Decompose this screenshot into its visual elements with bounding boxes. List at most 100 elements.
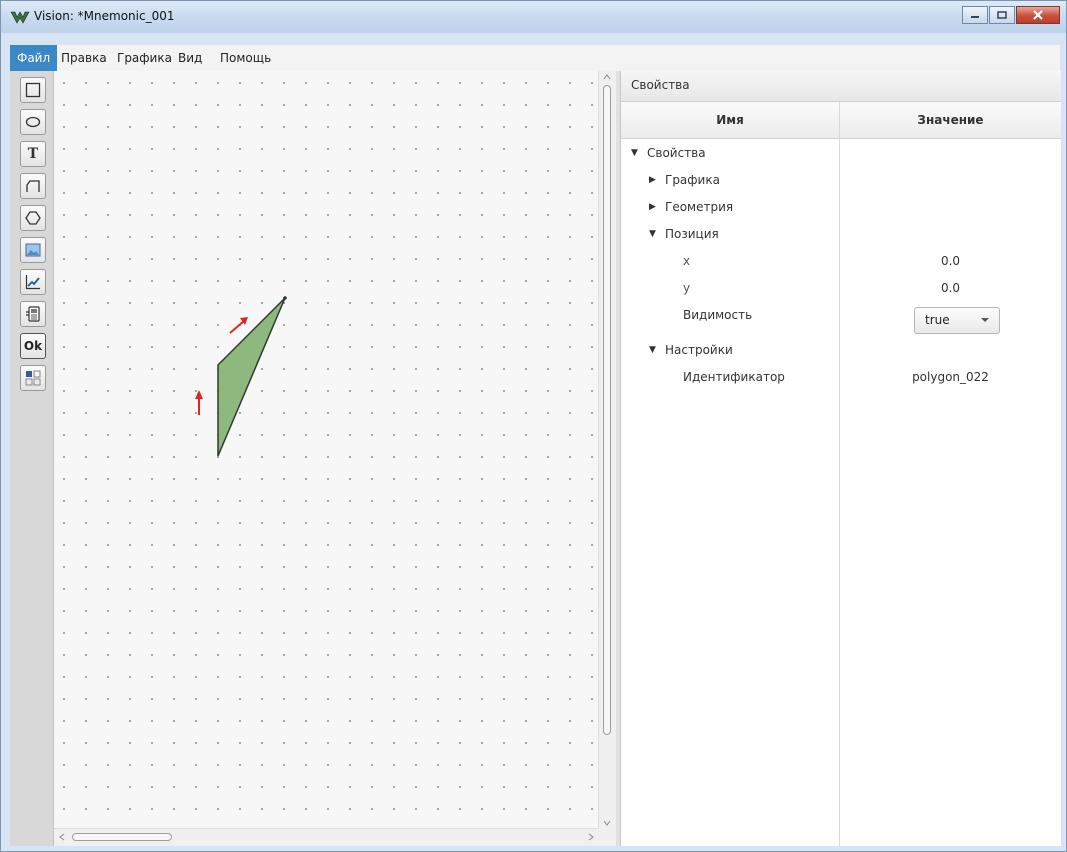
grid-dot [129, 500, 131, 502]
grid-dot [151, 566, 153, 568]
grid-dot [63, 82, 65, 84]
grid-dot [393, 170, 395, 172]
grid-dot [151, 588, 153, 590]
expanded-arrow-icon[interactable]: ▼ [649, 337, 656, 364]
tree-row-x[interactable]: x 0.0 [621, 248, 1061, 275]
tree-row-identifier[interactable]: Идентификатор polygon_022 [621, 364, 1061, 391]
grid-dot [547, 588, 549, 590]
collapsed-arrow-icon[interactable]: ▶ [649, 194, 656, 221]
grid-dot [107, 478, 109, 480]
grid-dot [173, 82, 175, 84]
maximize-button[interactable] [989, 6, 1015, 24]
tree-row-position[interactable]: ▼ Позиция [621, 221, 1061, 248]
tree-row-geometry[interactable]: ▶ Геометрия [621, 194, 1061, 221]
grid-dot [525, 126, 527, 128]
polygon-shape[interactable] [217, 297, 286, 457]
property-value-x[interactable]: 0.0 [840, 248, 1061, 275]
grid-dot [371, 456, 373, 458]
grid-dot [151, 412, 153, 414]
grid-dot [459, 544, 461, 546]
horizontal-scrollbar[interactable] [54, 828, 599, 846]
menu-view[interactable]: Вид [171, 45, 209, 71]
image-tool-button[interactable] [20, 237, 46, 263]
vertical-scroll-thumb[interactable] [603, 85, 611, 735]
grid-dot [349, 522, 351, 524]
grid-dot [305, 698, 307, 700]
tree-label-properties: Свойства [647, 146, 706, 160]
grid-dot [195, 148, 197, 150]
column-header-value[interactable]: Значение [840, 102, 1061, 139]
grid-dot [85, 676, 87, 678]
trend-tool-button[interactable] [20, 269, 46, 295]
grid-dot [305, 434, 307, 436]
tree-row-visibility[interactable]: Видимость true [621, 302, 1061, 336]
grid-dot [481, 698, 483, 700]
menu-file[interactable]: Файл [10, 45, 58, 71]
grid-dot [547, 720, 549, 722]
grid-dot [283, 192, 285, 194]
property-value-identifier[interactable]: polygon_022 [840, 364, 1061, 391]
grid-dot [195, 808, 197, 810]
grid-dot [437, 412, 439, 414]
grid-dot [239, 654, 241, 656]
grid-dot [85, 720, 87, 722]
grid-tool-button[interactable] [20, 365, 46, 391]
text-tool-button[interactable]: T [20, 141, 46, 167]
expanded-arrow-icon[interactable]: ▼ [649, 221, 656, 248]
tree-row-properties[interactable]: ▼ Свойства [621, 140, 1061, 167]
collapsed-arrow-icon[interactable]: ▶ [649, 167, 656, 194]
grid-dot [591, 544, 593, 546]
menu-help[interactable]: Помощь [213, 45, 278, 71]
polygon-tool-button[interactable] [20, 205, 46, 231]
grid-dot [85, 104, 87, 106]
grid-dot [283, 456, 285, 458]
grid-dot [569, 236, 571, 238]
grid-dot [437, 214, 439, 216]
property-value-y[interactable]: 0.0 [840, 275, 1061, 302]
minimize-button[interactable] [962, 6, 988, 24]
ellipse-tool-button[interactable] [20, 109, 46, 135]
grid-dot [525, 280, 527, 282]
grid-dot [503, 698, 505, 700]
grid-dot [195, 676, 197, 678]
grid-dot [63, 522, 65, 524]
rectangle-tool-button[interactable] [20, 77, 46, 103]
device-tool-button[interactable] [20, 301, 46, 327]
ok-button-tool-button[interactable]: Ok [20, 333, 46, 359]
tree-row-graphics[interactable]: ▶ Графика [621, 167, 1061, 194]
grid-dot [239, 522, 241, 524]
grid-dot [195, 214, 197, 216]
grid-dot [327, 786, 329, 788]
visibility-dropdown[interactable]: true [914, 307, 1000, 334]
vertical-scrollbar[interactable] [598, 71, 616, 846]
grid-dot [393, 500, 395, 502]
menu-edit[interactable]: Правка [54, 45, 114, 71]
grid-dot [63, 324, 65, 326]
polyline-tool-button[interactable] [20, 173, 46, 199]
grid-dot [415, 654, 417, 656]
drawing-canvas[interactable] [54, 71, 599, 827]
grid-dot [525, 698, 527, 700]
grid-dot [503, 808, 505, 810]
grid-dot [349, 346, 351, 348]
polygon-vertex-handle[interactable] [283, 296, 287, 300]
horizontal-scroll-thumb[interactable] [72, 833, 172, 841]
menu-graphics[interactable]: Графика [110, 45, 179, 71]
grid-dot [525, 764, 527, 766]
grid-dot [195, 324, 197, 326]
title-bar[interactable]: Vision: *Mnemonic_001 [1, 1, 1066, 33]
grid-dot [437, 500, 439, 502]
column-header-name[interactable]: Имя [621, 102, 839, 139]
grid-dot [305, 456, 307, 458]
grid-dot [107, 610, 109, 612]
grid-dot [261, 522, 263, 524]
close-button[interactable] [1016, 6, 1060, 24]
expanded-arrow-icon[interactable]: ▼ [631, 140, 638, 167]
tree-row-y[interactable]: y 0.0 [621, 275, 1061, 302]
grid-dot [305, 588, 307, 590]
drawing-canvas-area[interactable] [54, 71, 616, 846]
tree-row-settings[interactable]: ▼ Настройки [621, 337, 1061, 364]
grid-dot [415, 368, 417, 370]
grid-dot [107, 346, 109, 348]
grid-dot [349, 236, 351, 238]
